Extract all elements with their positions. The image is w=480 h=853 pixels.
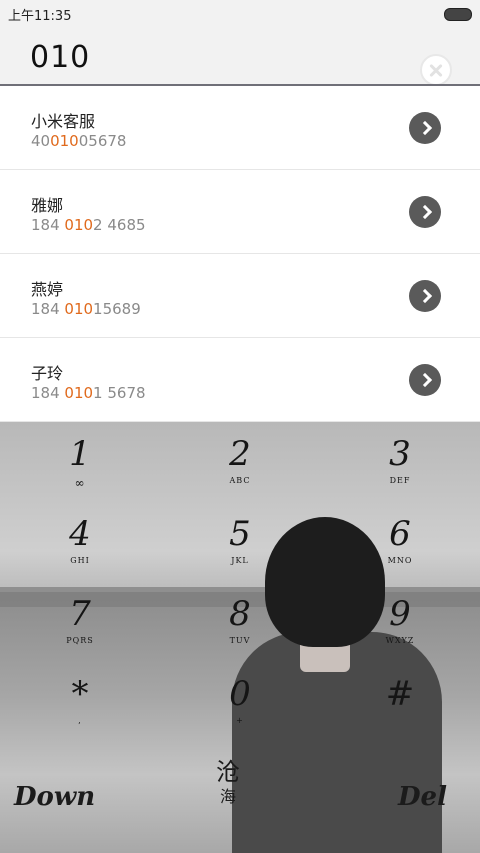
key-digit: 7	[69, 594, 91, 634]
dial-key-0[interactable]: 0 +	[180, 674, 300, 746]
contact-name: 雅娜	[31, 196, 64, 215]
key-digit: *	[71, 674, 89, 714]
dialed-number-input[interactable]: 010	[30, 40, 90, 75]
key-digit: 3	[389, 434, 411, 474]
number-match: 010	[64, 300, 94, 318]
voicemail-icon: ∞	[74, 476, 86, 490]
number-match: 010	[50, 132, 79, 150]
key-letters: WXYZ	[385, 636, 415, 645]
dial-search-bar: 010	[0, 28, 480, 86]
dial-key-8[interactable]: 8 TUV	[180, 594, 300, 666]
dialpad: 1 ∞ 2 ABC 3 DEF 4 GHI 5 JKL 6 MNO 7 PQRS 8 TUV 9…	[0, 422, 480, 853]
dial-key-3[interactable]: 3 DEF	[340, 434, 460, 506]
key-letters: ABC	[229, 476, 251, 485]
contact-row[interactable]: 燕婷 184 01015689	[0, 254, 480, 338]
contact-name: 小米客服	[31, 112, 96, 131]
dial-key-1[interactable]: 1 ∞	[20, 434, 140, 506]
number-suffix: 1 5678	[93, 384, 146, 402]
key-digit: 6	[389, 514, 411, 554]
contact-results-list: 小米客服 4001005678 雅娜 184 0102 4685 燕婷 184 …	[0, 86, 480, 422]
number-suffix: 2 4685	[93, 216, 146, 234]
chevron-right-icon[interactable]	[409, 280, 441, 312]
clear-icon[interactable]	[420, 54, 452, 86]
key-digit: 9	[389, 594, 411, 634]
key-digit: #	[385, 674, 415, 714]
key-digit: 0	[229, 674, 251, 714]
key-letters: +	[236, 716, 244, 725]
number-prefix: 40	[31, 132, 51, 150]
key-letters: JKL	[231, 556, 249, 565]
key-digit: 5	[229, 514, 251, 554]
dial-key-9[interactable]: 9 WXYZ	[340, 594, 460, 666]
signature-line-2: 海	[219, 787, 236, 806]
key-letters: GHI	[70, 556, 90, 565]
number-match: 010	[64, 216, 94, 234]
key-digit: 8	[229, 594, 251, 634]
key-letters: DEF	[389, 476, 411, 485]
contact-name: 燕婷	[31, 280, 64, 299]
contact-number: 184 0102 4685	[31, 216, 146, 234]
dial-key-6[interactable]: 6 MNO	[340, 514, 460, 586]
status-bar: 上午11:35	[0, 0, 480, 28]
dial-key-star[interactable]: *,	[20, 674, 140, 746]
dial-key-hash[interactable]: #	[340, 674, 460, 746]
dial-key-2[interactable]: 2 ABC	[180, 434, 300, 506]
contact-row[interactable]: 雅娜 184 0102 4685	[0, 170, 480, 254]
number-prefix: 184	[31, 384, 65, 402]
number-match: 010	[64, 384, 94, 402]
signature-line-1: 沧	[216, 758, 240, 786]
chevron-right-icon[interactable]	[409, 112, 441, 144]
contact-row[interactable]: 小米客服 4001005678	[0, 86, 480, 170]
contact-number: 184 01015689	[31, 300, 141, 318]
contact-number: 184 0101 5678	[31, 384, 146, 402]
battery-icon	[444, 8, 472, 21]
collapse-dialpad-button[interactable]: Down	[14, 782, 95, 812]
dial-key-5[interactable]: 5 JKL	[180, 514, 300, 586]
delete-button[interactable]: Del	[398, 782, 447, 812]
dial-key-7[interactable]: 7 PQRS	[20, 594, 140, 666]
number-suffix: 15689	[93, 300, 141, 318]
contact-name: 子玲	[31, 364, 64, 383]
status-time: 上午11:35	[8, 9, 72, 24]
theme-signature: 沧 海	[213, 758, 243, 808]
key-letters: TUV	[229, 636, 251, 645]
number-suffix: 05678	[78, 132, 127, 150]
number-prefix: 184	[31, 216, 65, 234]
contact-number: 4001005678	[31, 132, 126, 150]
key-digit: 4	[69, 514, 91, 554]
key-digit: 1	[69, 434, 91, 474]
contact-row[interactable]: 子玲 184 0101 5678	[0, 338, 480, 422]
chevron-right-icon[interactable]	[409, 196, 441, 228]
key-letters: ,	[78, 716, 82, 725]
key-letters: MNO	[387, 556, 413, 565]
number-prefix: 184	[31, 300, 65, 318]
key-digit: 2	[229, 434, 251, 474]
chevron-right-icon[interactable]	[409, 364, 441, 396]
dial-key-4[interactable]: 4 GHI	[20, 514, 140, 586]
key-letters: PQRS	[66, 636, 94, 645]
